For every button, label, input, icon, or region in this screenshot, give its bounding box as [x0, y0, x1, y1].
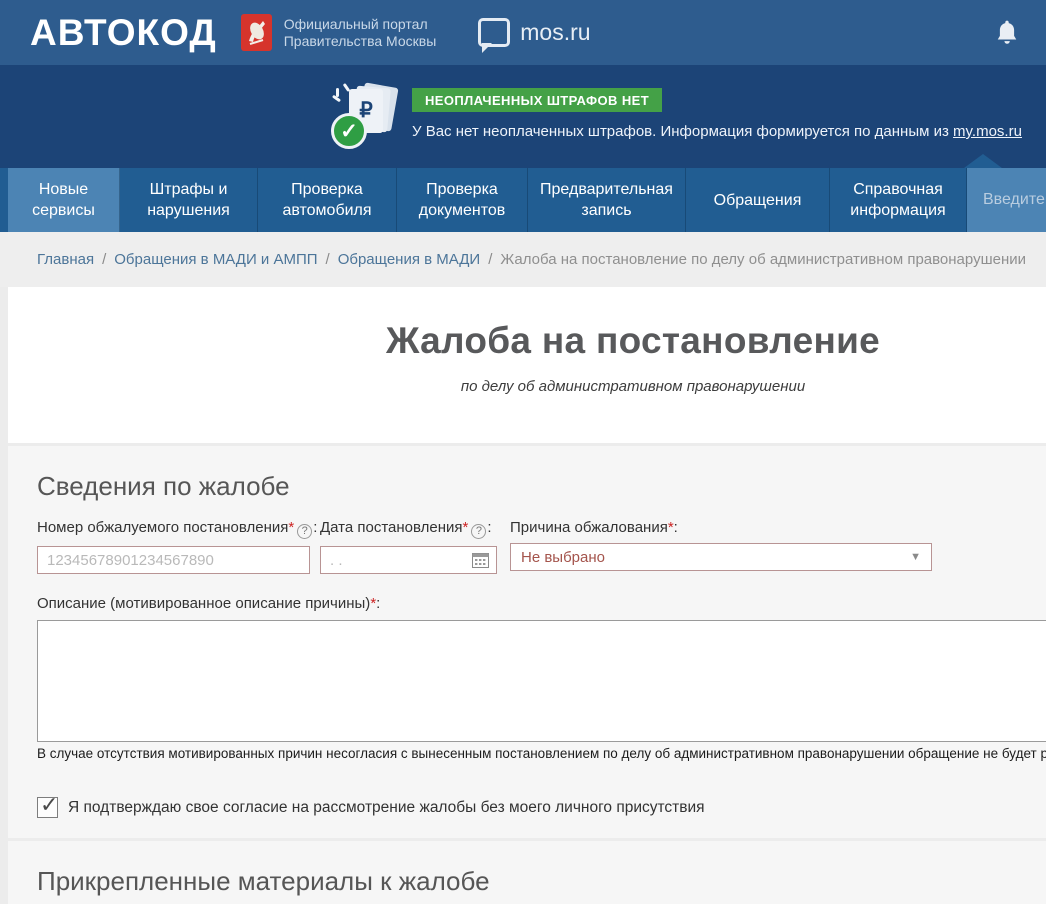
help-icon[interactable]: ? [471, 524, 486, 539]
section-title-attachments: Прикрепленные материалы к жалобе [37, 841, 1046, 897]
breadcrumb: Главная / Обращения в МАДИ и АМПП / Обра… [0, 232, 1046, 287]
page-subtitle: по делу об административном правонарушен… [8, 378, 1046, 395]
tab-appeals[interactable]: Обращения [686, 168, 830, 232]
calendar-icon[interactable] [472, 552, 489, 568]
chevron-down-icon: ▼ [910, 551, 921, 563]
tab-new-services[interactable]: Новые сервисы [8, 168, 120, 232]
tab-vehicle-check[interactable]: Проверка автомобиля [258, 168, 397, 232]
breadcrumb-current: Жалоба на постановление по делу об админ… [500, 251, 1026, 268]
autocode-logo[interactable]: АВТОКОД [30, 14, 217, 51]
tab-documents-check[interactable]: Проверка документов [397, 168, 528, 232]
breadcrumb-madi[interactable]: Обращения в МАДИ [338, 251, 481, 268]
nav-search-box [967, 168, 1046, 232]
resolution-date-input[interactable] [320, 546, 497, 574]
notification-pointer-triangle [964, 154, 1002, 168]
fines-status-band: ₽ ✓ НЕОПЛАЧЕННЫХ ШТРАФОВ НЕТ У Вас нет н… [0, 65, 1046, 168]
absence-consent-checkbox[interactable]: ✓ [37, 797, 58, 818]
mosru-link[interactable]: mos.ru [478, 18, 590, 47]
tab-reference-info[interactable]: Справочная информация [830, 168, 967, 232]
reason-field-label: Причина обжалования*: [510, 519, 932, 536]
page-title: Жалоба на постановление [8, 287, 1046, 362]
nav-search-input[interactable] [967, 168, 1046, 232]
appeal-reason-value: Не выбрано [521, 549, 910, 566]
checkmark-icon: ✓ [40, 792, 58, 818]
green-check-icon: ✓ [331, 113, 367, 149]
main-navigation: Новые сервисы Штрафы и нарушения Проверк… [0, 168, 1046, 232]
header-bar: АВТОКОД Официальный портал Правительства… [0, 0, 1046, 65]
attachments-panel: Прикрепленные материалы к жалобе [8, 841, 1046, 904]
fines-info-text: У Вас нет неоплаченных штрафов. Информац… [412, 123, 1022, 140]
speech-bubble-icon [478, 18, 510, 47]
tab-fines-violations[interactable]: Штрафы и нарушения [120, 168, 258, 232]
breadcrumb-home[interactable]: Главная [37, 251, 94, 268]
portal-caption: Официальный портал Правительства Москвы [284, 16, 437, 50]
tab-preliminary-appointment[interactable]: Предварительная запись [528, 168, 686, 232]
my-mos-ru-link[interactable]: my.mos.ru [953, 123, 1022, 140]
help-icon[interactable]: ? [297, 524, 312, 539]
number-field-label: Номер обжалуемого постановления*?: [37, 519, 310, 539]
complaint-details-panel: Сведения по жалобе Номер обжалуемого пос… [8, 446, 1046, 838]
resolution-number-input[interactable] [37, 546, 310, 574]
breadcrumb-madi-ampp[interactable]: Обращения в МАДИ и АМПП [114, 251, 317, 268]
absence-consent-label: Я подтверждаю свое согласие на рассмотре… [68, 799, 705, 817]
appeal-reason-select[interactable]: Не выбрано ▼ [510, 543, 932, 571]
description-textarea[interactable] [37, 620, 1046, 742]
section-title-complaint: Сведения по жалобе [37, 446, 1046, 502]
fines-receipt-icon: ₽ ✓ [333, 85, 395, 147]
description-label: Описание (мотивированное описание причин… [37, 595, 1046, 612]
date-field-label: Дата постановления*?: [320, 519, 497, 539]
title-card: Жалоба на постановление по делу об админ… [8, 287, 1046, 443]
description-hint: В случае отсутствия мотивированных причи… [37, 746, 1046, 761]
no-fines-badge: НЕОПЛАЧЕННЫХ ШТРАФОВ НЕТ [412, 88, 662, 112]
moscow-coat-of-arms-icon [241, 14, 272, 51]
notifications-bell-icon[interactable] [994, 19, 1020, 47]
